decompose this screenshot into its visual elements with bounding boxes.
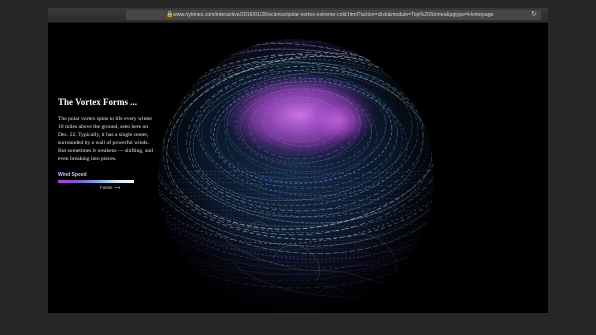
legend-title: Wind Speed — [58, 171, 87, 178]
browser-window: ▭ 🔒 www.nytimes.com/interactive/2016/01/… — [48, 8, 548, 313]
address-url: www.nytimes.com/interactive/2016/01/26/s… — [173, 12, 494, 18]
page-title: The Vortex Forms ... — [58, 97, 137, 107]
address-bar[interactable]: 🔒 www.nytimes.com/interactive/2016/01/26… — [126, 10, 541, 20]
article-body: The polar vortex spins to life every win… — [58, 116, 153, 163]
browser-toolbar: ▭ 🔒 www.nytimes.com/interactive/2016/01/… — [48, 8, 548, 23]
arrow-right-icon: ⟶ — [114, 184, 121, 190]
article-panel: The Vortex Forms ... The polar vortex sp… — [58, 97, 158, 191]
wind-speed-gradient-bar — [58, 179, 134, 183]
reload-icon[interactable]: ↻ — [531, 10, 537, 20]
page-viewport: The Vortex Forms ... The polar vortex sp… — [48, 23, 548, 313]
legend-faster-label: Faster ⟶ — [100, 184, 121, 190]
